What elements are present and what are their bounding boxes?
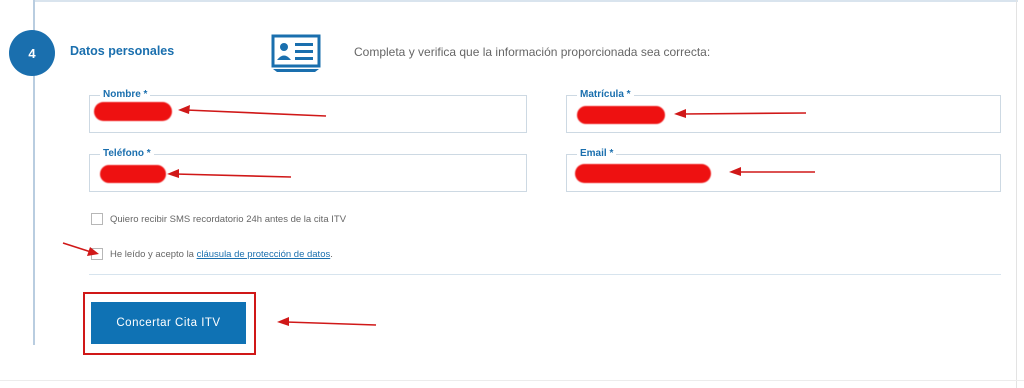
privacy-consent-option: He leído y acepto la cláusula de protecc…: [91, 248, 333, 260]
nombre-field[interactable]: Nombre *: [89, 89, 527, 133]
sms-reminder-checkbox[interactable]: [91, 213, 103, 225]
form-instructions: Completa y verifica que la información p…: [354, 45, 711, 59]
privacy-label-prefix: He leído y acepto la: [110, 248, 197, 260]
matricula-field[interactable]: Matrícula *: [566, 89, 1001, 133]
concertar-cita-button[interactable]: Concertar Cita ITV: [91, 302, 246, 344]
bottom-divider: [0, 380, 1024, 381]
redaction-mark: [94, 102, 172, 121]
redaction-mark: [100, 165, 166, 183]
section-title: Datos personales: [70, 44, 175, 58]
email-field[interactable]: Email *: [566, 148, 1001, 192]
matricula-label: Matrícula *: [577, 89, 634, 101]
id-card-icon: [271, 34, 321, 72]
step-number-badge: 4: [9, 30, 55, 76]
telefono-label: Teléfono *: [100, 148, 154, 160]
telefono-field[interactable]: Teléfono *: [89, 148, 527, 192]
email-label: Email *: [577, 148, 617, 160]
form-section: 4 Datos personales Completa y verifica q…: [0, 0, 1024, 388]
privacy-label-suffix: .: [330, 248, 333, 260]
redaction-mark: [577, 106, 665, 124]
privacy-consent-checkbox[interactable]: [91, 248, 103, 260]
form-separator: [89, 274, 1001, 275]
sms-reminder-option: Quiero recibir SMS recordatorio 24h ante…: [91, 213, 346, 225]
redaction-mark: [575, 164, 711, 183]
sms-reminder-label: Quiero recibir SMS recordatorio 24h ante…: [110, 213, 347, 225]
privacy-policy-link[interactable]: cláusula de protección de datos: [197, 249, 331, 260]
right-border: [1016, 0, 1017, 388]
privacy-consent-label: He leído y acepto la cláusula de protecc…: [110, 249, 333, 260]
top-divider: [34, 0, 1018, 2]
nombre-label: Nombre *: [100, 89, 151, 101]
